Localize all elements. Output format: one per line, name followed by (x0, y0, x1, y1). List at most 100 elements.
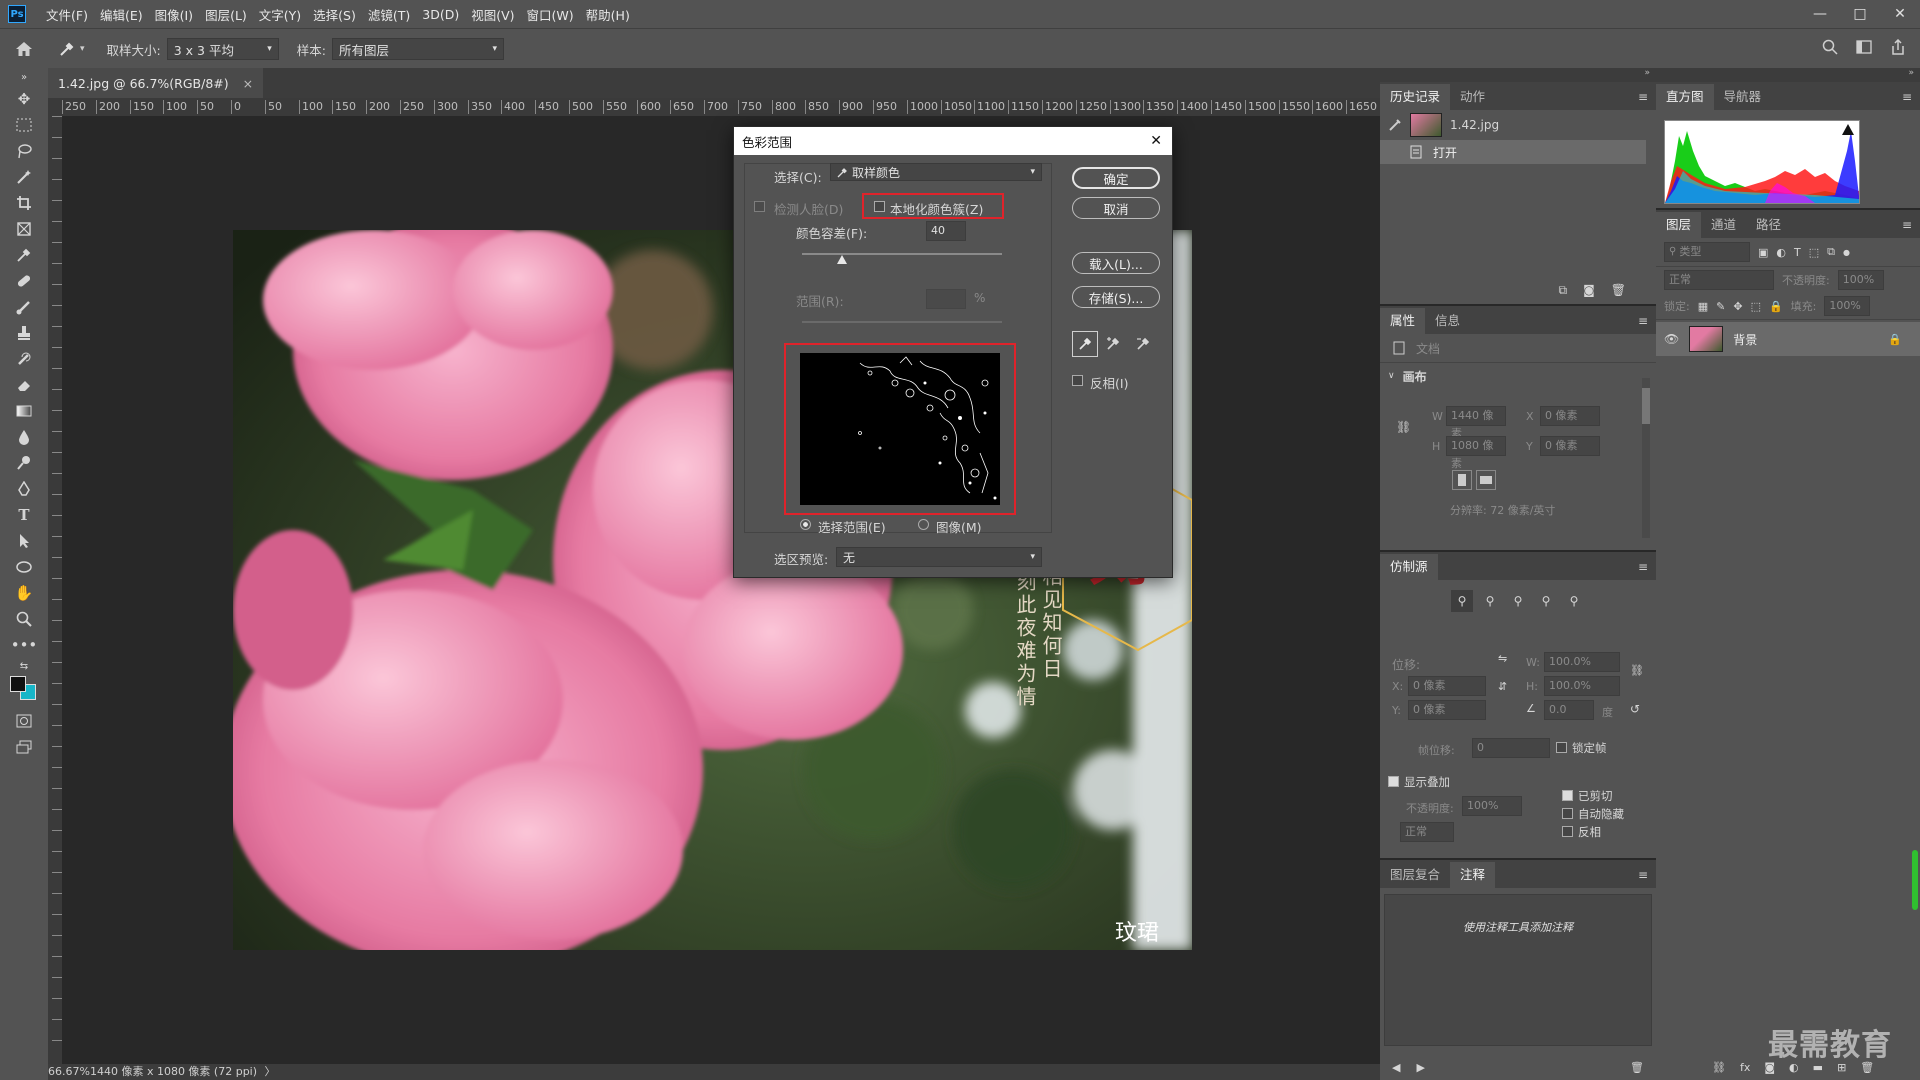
chevron-down-icon[interactable]: ∨ (1388, 371, 1395, 381)
menu-image[interactable]: 图像(I) (149, 5, 199, 24)
eyedropper-tool-preset-icon[interactable]: ▾ (58, 40, 85, 58)
share-icon[interactable] (1890, 38, 1906, 59)
maximize-button[interactable]: □ (1840, 0, 1880, 28)
history-state-open[interactable]: 打开 (1380, 140, 1646, 164)
layer-filter-select[interactable]: ⚲ 类型 (1664, 242, 1750, 262)
sample-size-select[interactable]: 3 x 3 平均 ▾ (166, 38, 279, 60)
range-slider-track[interactable] (802, 321, 1002, 323)
detect-faces-checkbox[interactable] (754, 201, 765, 212)
link-icon[interactable]: ⛓ (1630, 664, 1644, 677)
flip-horizontal-icon[interactable]: ⇋ (1498, 652, 1507, 665)
panel-menu-icon[interactable]: ≡ (1638, 84, 1648, 110)
reset-transform-icon[interactable]: ↺ (1630, 702, 1640, 716)
fill-input[interactable]: 100% (1824, 296, 1871, 316)
show-overlay-checkbox[interactable] (1388, 776, 1399, 787)
new-document-from-state-icon[interactable]: ⧉ (1559, 283, 1568, 298)
landscape-orientation-icon[interactable] (1476, 470, 1496, 490)
home-icon[interactable] (0, 41, 48, 57)
clone-h-input[interactable]: 100.0% (1544, 676, 1620, 696)
fuzziness-input[interactable]: 40 (926, 221, 966, 241)
frame-offset-input[interactable]: 0 (1472, 738, 1550, 758)
layer-style-icon[interactable]: fx (1740, 1061, 1750, 1074)
cancel-button[interactable]: 取消 (1072, 197, 1160, 219)
layer-opacity-input[interactable]: 100% (1837, 270, 1884, 290)
fuzziness-slider-track[interactable] (802, 253, 1002, 255)
lock-all-icon[interactable]: 🔒 (1769, 300, 1783, 313)
gradient-tool-icon[interactable] (0, 398, 48, 424)
eye-icon[interactable]: 👁 (1664, 332, 1679, 346)
eyedropper-subtract-button[interactable] (1132, 331, 1156, 355)
tab-histogram[interactable]: 直方图 (1656, 84, 1714, 110)
preview-dropdown[interactable]: 无 ▾ (836, 547, 1042, 567)
quick-mask-icon[interactable] (0, 708, 48, 734)
menu-edit[interactable]: 编辑(E) (94, 5, 149, 24)
panel-menu-icon[interactable]: ≡ (1902, 212, 1912, 238)
next-note-icon[interactable]: ▶ (1416, 1061, 1424, 1074)
menu-filter[interactable]: 滤镜(T) (362, 5, 416, 24)
tab-channels[interactable]: 通道 (1701, 212, 1746, 238)
overlay-blend-select[interactable]: 正常 (1400, 822, 1454, 842)
flip-vertical-icon[interactable]: ⇵ (1498, 680, 1507, 693)
dodge-tool-icon[interactable] (0, 450, 48, 476)
collapse-arrows-icon[interactable]: » (0, 68, 48, 86)
path-selection-tool-icon[interactable] (0, 528, 48, 554)
blend-mode-select[interactable]: 正常 (1664, 270, 1774, 290)
eraser-tool-icon[interactable] (0, 372, 48, 398)
menu-3d[interactable]: 3D(D) (416, 7, 465, 22)
marquee-tool-icon[interactable] (0, 112, 48, 138)
clone-stamp-tool-icon[interactable] (0, 320, 48, 346)
clone-angle-input[interactable]: 0.0 (1544, 700, 1594, 720)
menu-view[interactable]: 视图(V) (465, 5, 520, 24)
menu-file[interactable]: 文件(F) (40, 5, 94, 24)
clone-source-2-icon[interactable]: ⚲ (1479, 590, 1501, 612)
screen-mode-icon[interactable] (0, 734, 48, 760)
more-tools-icon[interactable]: ••• (0, 632, 48, 658)
history-brush-icon[interactable] (1388, 118, 1402, 132)
tab-clone-source[interactable]: 仿制源 (1380, 554, 1438, 580)
radio-image[interactable] (918, 519, 929, 530)
tab-history[interactable]: 历史记录 (1380, 84, 1451, 110)
zoom-tool-icon[interactable] (0, 606, 48, 632)
auto-hide-checkbox[interactable] (1562, 808, 1573, 819)
pen-tool-icon[interactable] (0, 476, 48, 502)
panel-menu-icon[interactable]: ≡ (1902, 84, 1912, 110)
crop-tool-icon[interactable] (0, 190, 48, 216)
eyedropper-sample-button[interactable] (1072, 331, 1098, 357)
tab-notes[interactable]: 注释 (1450, 862, 1496, 888)
trash-icon[interactable]: 🗑 (1630, 1061, 1644, 1074)
healing-brush-tool-icon[interactable] (0, 268, 48, 294)
minimize-button[interactable]: — (1800, 0, 1840, 28)
clipped-checkbox[interactable] (1562, 790, 1573, 801)
frame-tool-icon[interactable] (0, 216, 48, 242)
filter-toggle-icon[interactable]: ● (1843, 248, 1850, 257)
hand-tool-icon[interactable]: ✋ (0, 580, 48, 606)
clone-w-input[interactable]: 100.0% (1544, 652, 1620, 672)
sample-select[interactable]: 所有图层 ▾ (331, 38, 504, 60)
dialog-title-bar[interactable]: 色彩范围 ✕ (734, 127, 1172, 155)
swap-colors-icon[interactable]: ⇆ (0, 658, 48, 674)
magic-wand-tool-icon[interactable] (0, 164, 48, 190)
overlay-opacity-input[interactable]: 100% (1462, 796, 1522, 816)
layer-row-background[interactable]: 👁 背景 🔒 (1656, 322, 1920, 356)
canvas-height-input[interactable]: 1080 像素 (1446, 436, 1506, 470)
brush-tool-icon[interactable] (0, 294, 48, 320)
radio-selection[interactable] (800, 519, 811, 530)
menu-select[interactable]: 选择(S) (307, 5, 362, 24)
eyedropper-tool-icon[interactable] (0, 242, 48, 268)
tab-info[interactable]: 信息 (1425, 308, 1470, 334)
panel-menu-icon[interactable]: ≡ (1638, 862, 1648, 888)
menu-layer[interactable]: 图层(L) (199, 5, 253, 24)
lock-transparency-icon[interactable]: ▦ (1698, 300, 1708, 313)
tab-paths[interactable]: 路径 (1746, 212, 1791, 238)
lock-frame-checkbox[interactable] (1556, 742, 1567, 753)
lock-pixels-icon[interactable]: ✎ (1716, 300, 1725, 313)
portrait-orientation-icon[interactable] (1452, 470, 1472, 490)
foreground-color-swatch[interactable] (10, 676, 26, 692)
eyedropper-add-button[interactable] (1102, 331, 1126, 355)
filter-adjustment-icon[interactable]: ◐ (1776, 246, 1786, 259)
clone-y-input[interactable]: 0 像素 (1408, 700, 1486, 720)
layers-scrollbar-thumb[interactable] (1912, 850, 1918, 910)
clone-x-input[interactable]: 0 像素 (1408, 676, 1486, 696)
camera-icon[interactable]: ◙ (1583, 283, 1595, 297)
invert-checkbox[interactable] (1072, 375, 1083, 386)
